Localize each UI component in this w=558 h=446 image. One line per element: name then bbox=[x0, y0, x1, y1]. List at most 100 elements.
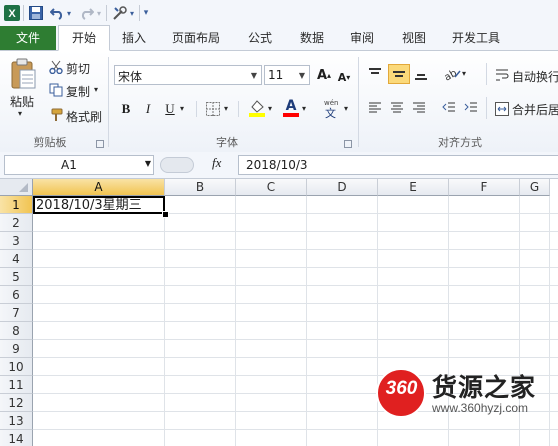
formula-bar-resize-handle[interactable] bbox=[160, 157, 194, 173]
italic-button[interactable]: I bbox=[138, 99, 158, 119]
chevron-down-icon[interactable]: ▼ bbox=[145, 159, 151, 168]
font-name-combo[interactable]: 宋体 ▼ bbox=[114, 65, 262, 85]
column-header-b[interactable]: B bbox=[165, 179, 236, 196]
tab-file[interactable]: 文件 bbox=[0, 26, 56, 50]
tab-insert[interactable]: 插入 bbox=[112, 26, 156, 50]
row-header-11[interactable]: 11 bbox=[0, 376, 33, 394]
font-size-combo[interactable]: 11 ▼ bbox=[264, 65, 310, 85]
shrink-font-button[interactable]: A ▾ bbox=[334, 67, 354, 87]
align-top-icon[interactable] bbox=[366, 65, 384, 83]
tab-formulas[interactable]: 公式 bbox=[238, 26, 282, 50]
column-header-g[interactable]: G bbox=[520, 179, 550, 196]
phonetic-dropdown-icon[interactable]: ▾ bbox=[344, 104, 348, 113]
row-header-10[interactable]: 10 bbox=[0, 358, 33, 376]
grow-font-icon: A bbox=[316, 67, 328, 83]
copy-button[interactable]: 复制 bbox=[66, 83, 90, 100]
chevron-down-icon[interactable]: ▼ bbox=[247, 66, 261, 84]
tab-view[interactable]: 视图 bbox=[392, 26, 436, 50]
column-header-f[interactable]: F bbox=[449, 179, 520, 196]
ribbon-tabs: 文件 开始 插入 页面布局 公式 数据 审阅 视图 开发工具 bbox=[0, 25, 558, 51]
wrap-text-icon[interactable] bbox=[494, 67, 510, 83]
phonetic-guide-icon[interactable]: wén 文 bbox=[322, 97, 342, 119]
cell-a1-value: 2018/10/3星期三 bbox=[36, 198, 142, 213]
divider bbox=[486, 97, 487, 119]
font-size-value: 11 bbox=[268, 68, 284, 82]
column-header-a[interactable]: A bbox=[33, 179, 165, 196]
row-header-7[interactable]: 7 bbox=[0, 304, 33, 322]
name-box-value: A1 bbox=[61, 158, 77, 172]
merge-center-button[interactable]: 合并后居 bbox=[512, 101, 558, 118]
name-box[interactable]: A1 ▼ bbox=[4, 155, 154, 175]
orientation-dropdown-icon[interactable]: ▾ bbox=[462, 69, 466, 78]
row-gridline bbox=[33, 357, 558, 358]
tab-data[interactable]: 数据 bbox=[290, 26, 334, 50]
decrease-indent-icon[interactable] bbox=[440, 99, 458, 117]
row-header-2[interactable]: 2 bbox=[0, 214, 33, 232]
svg-text:wén: wén bbox=[324, 99, 338, 107]
merge-center-icon[interactable] bbox=[494, 101, 510, 117]
select-all-button[interactable] bbox=[0, 179, 33, 196]
font-name-value: 宋体 bbox=[118, 70, 143, 84]
tools-dropdown-icon[interactable]: ▾ bbox=[127, 4, 137, 22]
column-header-d[interactable]: D bbox=[307, 179, 378, 196]
column-header-e[interactable]: E bbox=[378, 179, 449, 196]
copy-icon[interactable] bbox=[48, 82, 64, 98]
fill-handle[interactable] bbox=[162, 211, 169, 218]
row-header-6[interactable]: 6 bbox=[0, 286, 33, 304]
paste-dropdown-icon[interactable]: ▾ bbox=[18, 109, 22, 118]
borders-dropdown-icon[interactable]: ▾ bbox=[224, 104, 228, 113]
insert-function-button[interactable]: fx bbox=[212, 155, 221, 171]
align-left-icon[interactable] bbox=[366, 99, 384, 117]
underline-dropdown-icon[interactable]: ▾ bbox=[180, 104, 184, 113]
tab-page-layout[interactable]: 页面布局 bbox=[164, 26, 228, 50]
cell-a1[interactable]: 2018/10/3星期三 bbox=[33, 196, 165, 214]
row-header-14[interactable]: 14 bbox=[0, 430, 33, 446]
row-header-1[interactable]: 1 bbox=[0, 196, 33, 214]
redo-dropdown-icon[interactable]: ▾ bbox=[94, 4, 104, 22]
bold-button[interactable]: B bbox=[116, 99, 136, 119]
font-launcher-icon[interactable] bbox=[344, 140, 352, 148]
align-middle-icon[interactable] bbox=[388, 64, 410, 84]
fill-color-dropdown-icon[interactable]: ▾ bbox=[268, 104, 272, 113]
undo-dropdown-icon[interactable]: ▾ bbox=[64, 4, 74, 22]
watermark-logo-number: 360 bbox=[385, 378, 418, 399]
align-right-icon[interactable] bbox=[410, 99, 428, 117]
excel-logo-icon[interactable]: X bbox=[3, 4, 21, 22]
formula-input[interactable]: 2018/10/3 bbox=[238, 155, 558, 175]
customize-icon[interactable]: ▾ bbox=[140, 4, 152, 22]
orientation-icon[interactable]: ab bbox=[442, 65, 462, 83]
increase-indent-icon[interactable] bbox=[462, 99, 480, 117]
format-painter-button[interactable]: 格式刷 bbox=[66, 108, 102, 125]
font-color-dropdown-icon[interactable]: ▾ bbox=[302, 104, 306, 113]
cut-button[interactable]: 剪切 bbox=[66, 60, 90, 77]
row-header-4[interactable]: 4 bbox=[0, 250, 33, 268]
format-painter-icon[interactable] bbox=[48, 107, 64, 123]
align-bottom-icon[interactable] bbox=[412, 65, 430, 83]
column-header-c[interactable]: C bbox=[236, 179, 307, 196]
cut-icon[interactable] bbox=[48, 59, 64, 75]
fill-color-icon[interactable] bbox=[248, 98, 266, 118]
row-header-13[interactable]: 13 bbox=[0, 412, 33, 430]
shrink-font-icon: A bbox=[337, 70, 347, 84]
align-center-icon[interactable] bbox=[388, 99, 406, 117]
tab-review[interactable]: 审阅 bbox=[340, 26, 384, 50]
wrap-text-button[interactable]: 自动换行 bbox=[512, 68, 558, 85]
paste-button[interactable]: 粘贴 bbox=[10, 93, 34, 110]
row-header-12[interactable]: 12 bbox=[0, 394, 33, 412]
row-header-9[interactable]: 9 bbox=[0, 340, 33, 358]
row-header-3[interactable]: 3 bbox=[0, 232, 33, 250]
save-icon[interactable] bbox=[27, 4, 45, 22]
font-color-button[interactable]: A bbox=[282, 98, 300, 118]
row-header-8[interactable]: 8 bbox=[0, 322, 33, 340]
grow-font-button[interactable]: A ▴ bbox=[314, 65, 334, 85]
borders-icon[interactable] bbox=[204, 100, 222, 118]
tab-developer[interactable]: 开发工具 bbox=[444, 26, 508, 50]
paste-icon[interactable] bbox=[8, 57, 38, 91]
watermark-brand: 货源之家 bbox=[432, 373, 537, 402]
tab-home[interactable]: 开始 bbox=[58, 25, 110, 51]
row-header-5[interactable]: 5 bbox=[0, 268, 33, 286]
chevron-down-icon[interactable]: ▼ bbox=[295, 66, 309, 84]
underline-button[interactable]: U bbox=[160, 99, 180, 119]
copy-dropdown-icon[interactable]: ▾ bbox=[94, 85, 98, 94]
clipboard-launcher-icon[interactable] bbox=[96, 140, 104, 148]
